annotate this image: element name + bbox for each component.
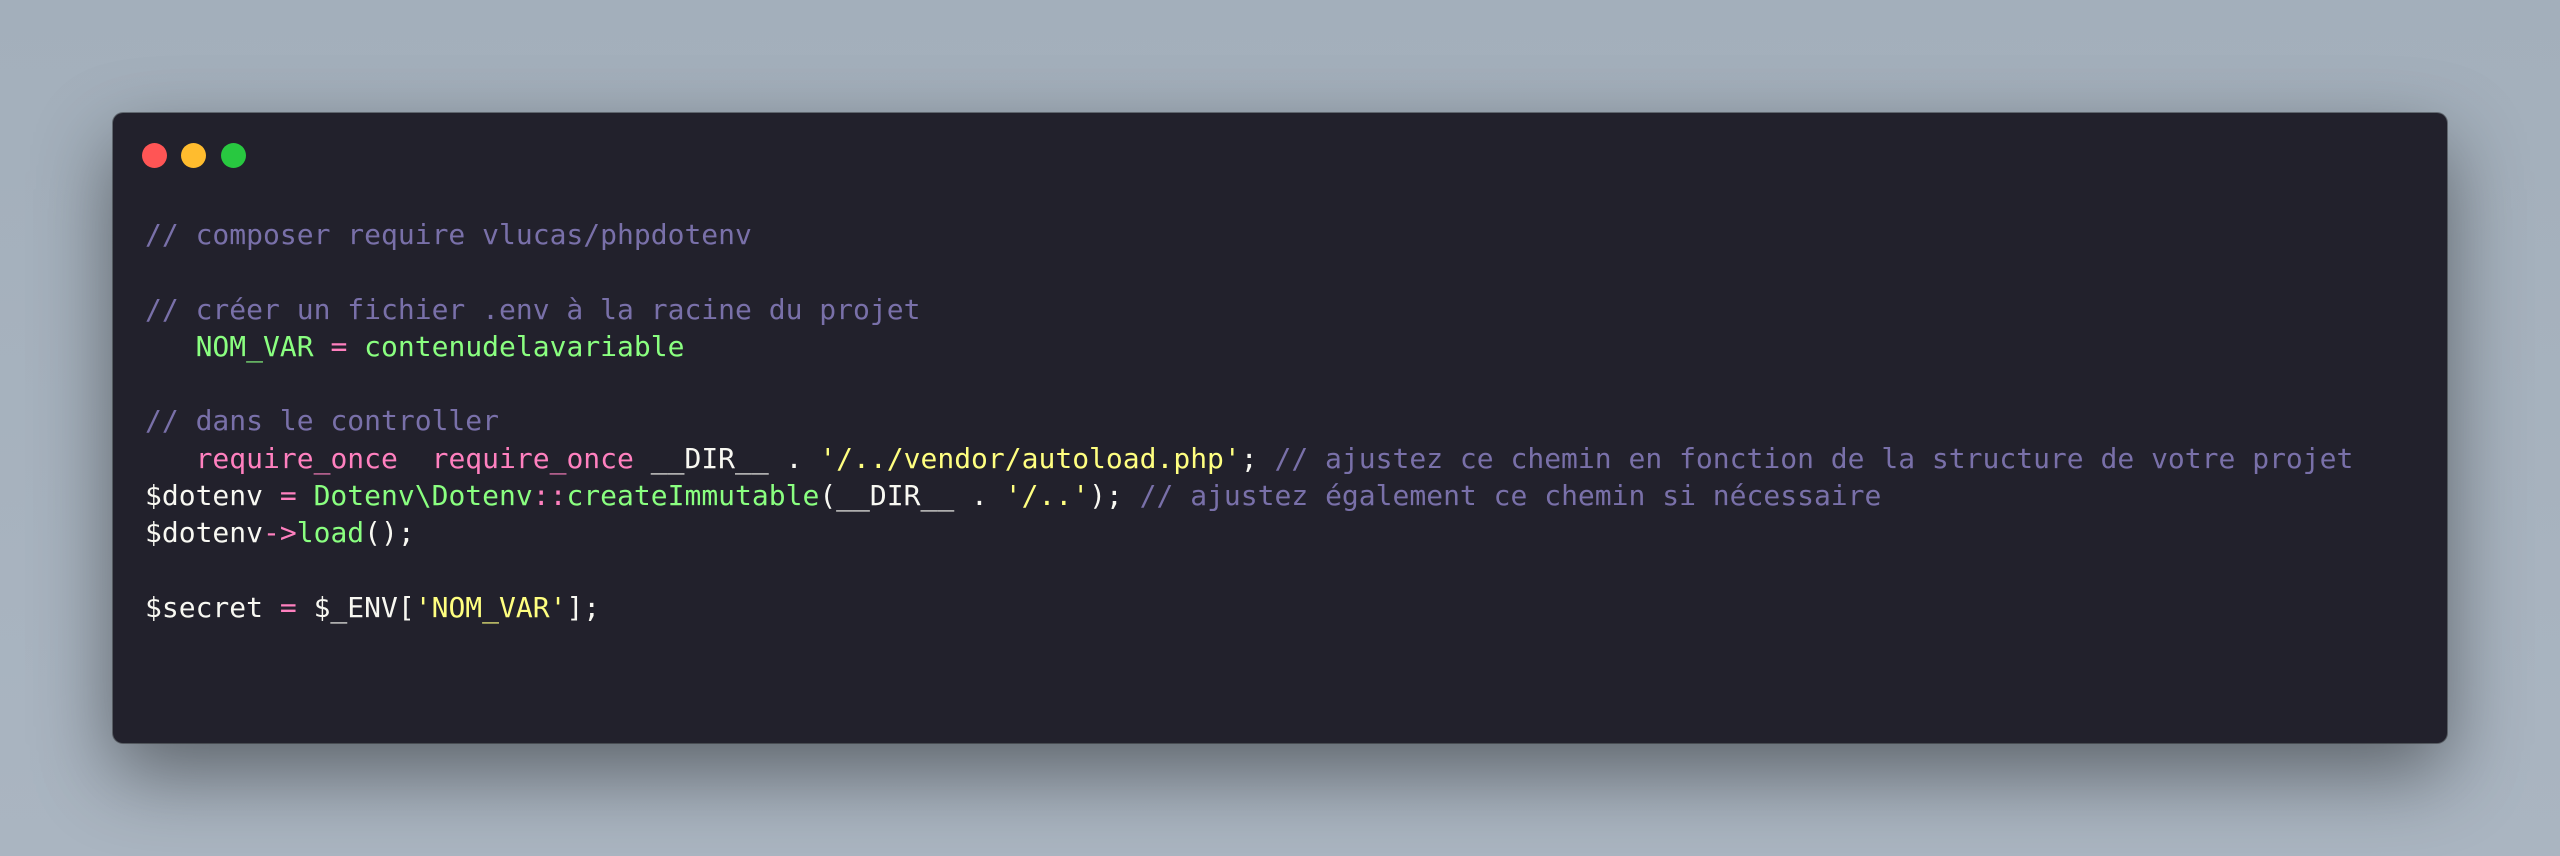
- code-comment: // ajustez également ce chemin si nécess…: [1139, 479, 1882, 513]
- code-string: '/..': [1004, 479, 1090, 513]
- minimize-button-icon[interactable]: [181, 143, 206, 168]
- code-keyword: require_once: [195, 441, 398, 475]
- code-text: ;: [1240, 441, 1275, 475]
- code-keyword: ->: [263, 516, 297, 550]
- code-window: // composer require vlucas/phpdotenv // c…: [113, 113, 2447, 743]
- code-comment: // ajustez ce chemin en fonction de la s…: [1274, 441, 2354, 475]
- code-line: $secret = $_ENV['NOM_VAR'];: [145, 589, 2353, 626]
- code-identifier: createImmutable: [566, 479, 820, 513]
- code-line: NOM_VAR = contenudelavariable: [145, 328, 2353, 365]
- code-comment: // dans le controller: [145, 404, 500, 438]
- code-text: $dotenv: [145, 516, 264, 550]
- code-text: $dotenv: [145, 479, 280, 513]
- code-text: );: [1089, 479, 1140, 513]
- code-identifier: Dotenv\Dotenv: [313, 479, 533, 513]
- code-identifier: load: [296, 516, 365, 550]
- code-keyword: =: [279, 590, 297, 624]
- code-line: $dotenv = Dotenv\Dotenv::createImmutable…: [145, 477, 2353, 514]
- close-button-icon[interactable]: [142, 143, 167, 168]
- code-line: // composer require vlucas/phpdotenv: [145, 216, 2353, 253]
- code-keyword: =: [330, 329, 348, 363]
- code-block: // composer require vlucas/phpdotenv // c…: [145, 216, 2353, 626]
- zoom-button-icon[interactable]: [221, 143, 246, 168]
- code-text: ();: [364, 516, 415, 550]
- code-keyword: =: [279, 479, 297, 513]
- code-keyword: ::: [532, 479, 567, 513]
- code-string: '/../vendor/autoload.php': [819, 441, 1241, 475]
- code-line: // dans le controller: [145, 402, 2353, 439]
- code-text: $secret: [145, 590, 280, 624]
- code-line: require_once require_once __DIR__ . '/..…: [145, 440, 2354, 477]
- code-line: $dotenv->load();: [145, 514, 2353, 551]
- code-comment: // créer un fichier .env à la racine du …: [145, 292, 921, 326]
- code-line: // créer un fichier .env à la racine du …: [145, 291, 2353, 328]
- code-text: (__DIR__ .: [819, 479, 1005, 513]
- code-text: $_ENV[: [296, 590, 415, 624]
- code-keyword: require_once: [431, 441, 634, 475]
- code-text: __DIR__ .: [633, 441, 820, 475]
- code-string: 'NOM_VAR': [414, 590, 567, 624]
- code-identifier: contenudelavariable: [364, 329, 685, 363]
- code-text: ];: [566, 590, 601, 624]
- code-identifier: NOM_VAR: [195, 329, 314, 363]
- code-comment: // composer require vlucas/phpdotenv: [145, 218, 752, 251]
